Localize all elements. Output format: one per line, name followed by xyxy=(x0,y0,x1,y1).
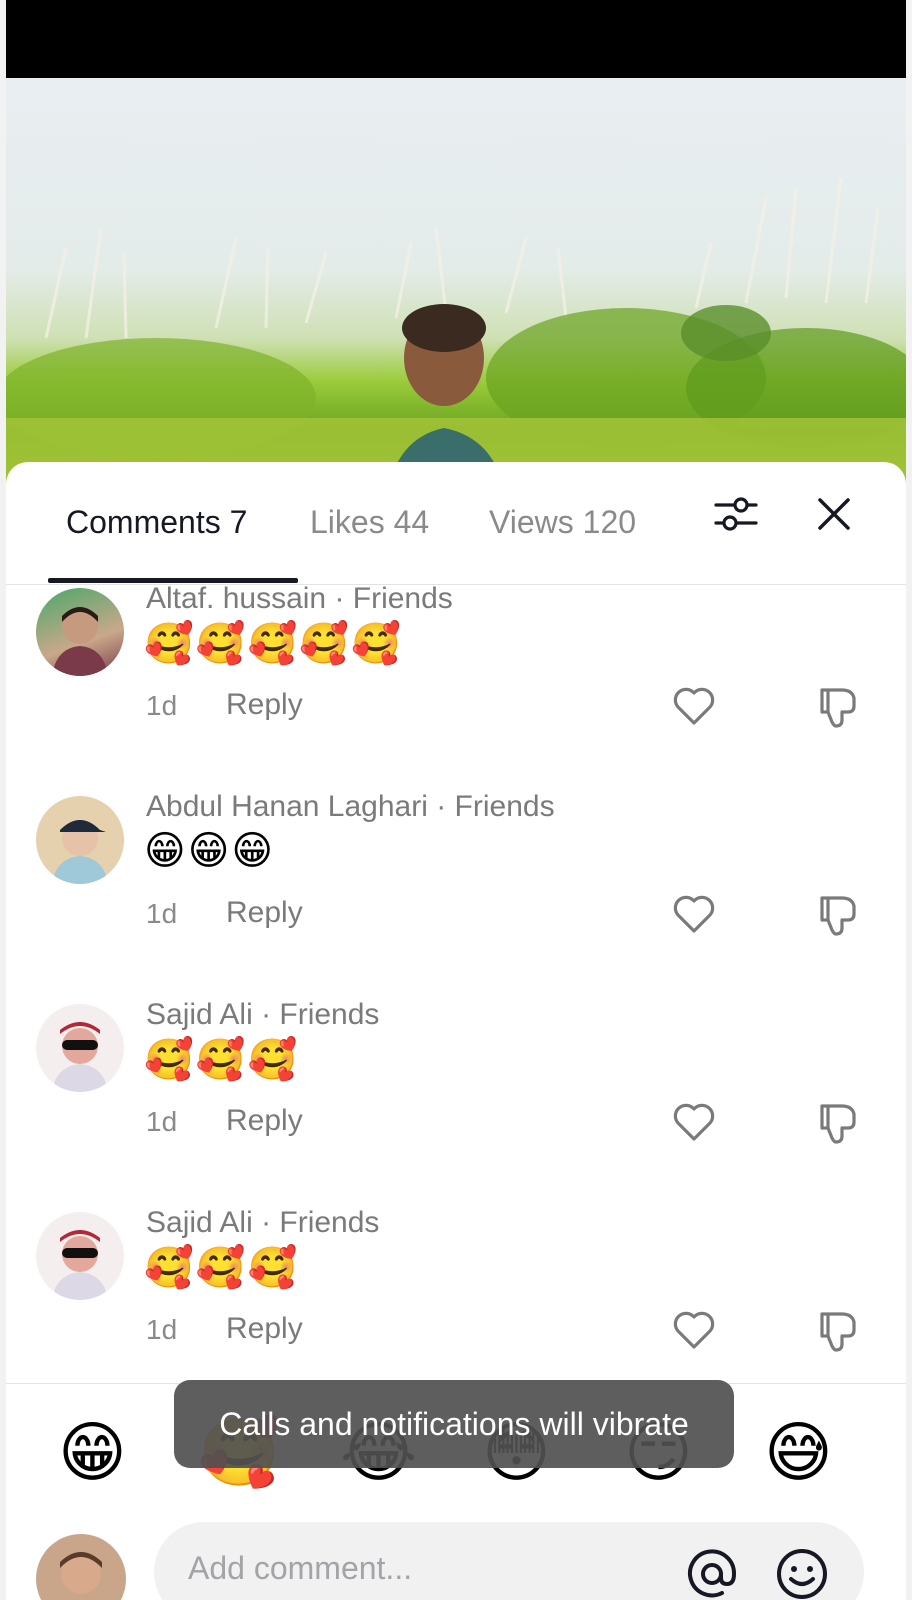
reply-button[interactable]: Reply xyxy=(226,1104,303,1138)
video-preview[interactable] xyxy=(6,78,906,498)
reply-button[interactable]: Reply xyxy=(226,688,303,722)
comment-time: 1d xyxy=(146,1106,178,1137)
comment-composer: Add comment... xyxy=(6,1520,906,1600)
comment-time: 1d xyxy=(146,898,178,929)
heart-icon[interactable] xyxy=(670,890,718,938)
avatar-image xyxy=(52,1022,108,1092)
avatar-image xyxy=(52,607,108,676)
emoji-grin-button[interactable]: 😁 xyxy=(58,1414,127,1491)
my-avatar xyxy=(36,1534,126,1600)
reply-button[interactable]: Reply xyxy=(226,896,303,930)
avatar-image xyxy=(36,796,124,884)
dislike-icon[interactable] xyxy=(812,682,860,730)
comment-item: Abdul Hanan Laghari · Friends 😁😁😁 1d Rep… xyxy=(6,780,906,988)
tab-views[interactable]: Views 120 xyxy=(489,504,649,541)
reply-button[interactable]: Reply xyxy=(226,1312,303,1346)
dislike-icon[interactable] xyxy=(812,1306,860,1354)
avatar[interactable] xyxy=(36,1212,124,1300)
comment-author[interactable]: Sajid Ali · Friends xyxy=(146,998,379,1032)
heart-icon[interactable] xyxy=(670,682,718,730)
comment-text: 🥰🥰🥰🥰🥰 xyxy=(144,622,404,666)
filter-button[interactable] xyxy=(708,486,764,542)
tab-likes[interactable]: Likes 44 xyxy=(310,504,429,541)
comment-input[interactable]: Add comment... xyxy=(154,1522,864,1600)
comment-time: 1d xyxy=(146,1314,178,1345)
comment-item: Sajid Ali · Friends 🥰🥰🥰 1d Reply xyxy=(6,1196,906,1404)
comment-input-placeholder: Add comment... xyxy=(188,1550,413,1586)
filter-sliders-icon xyxy=(714,497,758,531)
avatar-image xyxy=(60,1552,102,1594)
heart-icon[interactable] xyxy=(670,1098,718,1146)
heart-icon[interactable] xyxy=(670,1306,718,1354)
tab-comments[interactable]: Comments 7 xyxy=(66,504,247,541)
emoji-icon[interactable] xyxy=(774,1546,830,1600)
comment-text: 🥰🥰🥰 xyxy=(144,1246,300,1290)
comment-author[interactable]: Altaf. hussain · Friends xyxy=(146,584,453,616)
avatar-image xyxy=(52,1230,108,1300)
close-button[interactable] xyxy=(806,486,862,542)
dislike-icon[interactable] xyxy=(812,1098,860,1146)
tab-bar: Comments 7 Likes 44 Views 120 xyxy=(6,462,906,585)
avatar[interactable] xyxy=(36,588,124,676)
emoji-sweat-smile-button[interactable]: 😅 xyxy=(764,1414,833,1491)
avatar[interactable] xyxy=(36,1004,124,1092)
comment-item: Altaf. hussain · Friends 🥰🥰🥰🥰🥰 1d Reply xyxy=(6,584,906,780)
comment-text: 😁😁😁 xyxy=(144,829,276,873)
comment-time: 1d xyxy=(146,690,178,721)
avatar[interactable] xyxy=(36,796,124,884)
comment-author[interactable]: Abdul Hanan Laghari · Friends xyxy=(146,790,555,824)
status-bar xyxy=(6,0,906,78)
comment-list[interactable]: Altaf. hussain · Friends 🥰🥰🥰🥰🥰 1d Reply xyxy=(6,584,906,1454)
dislike-icon[interactable] xyxy=(812,890,860,938)
app-screen: Comments 7 Likes 44 Views 120 Altaf. hus… xyxy=(6,0,906,1600)
comment-item: Sajid Ali · Friends 🥰🥰🥰 1d Reply xyxy=(6,988,906,1196)
active-tab-indicator xyxy=(48,578,298,583)
comment-author[interactable]: Sajid Ali · Friends xyxy=(146,1206,379,1240)
video-frame-illustration xyxy=(6,177,906,498)
comment-text: 🥰🥰🥰 xyxy=(144,1038,300,1082)
close-icon xyxy=(818,498,850,530)
toast-message: Calls and notifications will vibrate xyxy=(174,1380,734,1468)
at-icon[interactable] xyxy=(684,1546,740,1600)
